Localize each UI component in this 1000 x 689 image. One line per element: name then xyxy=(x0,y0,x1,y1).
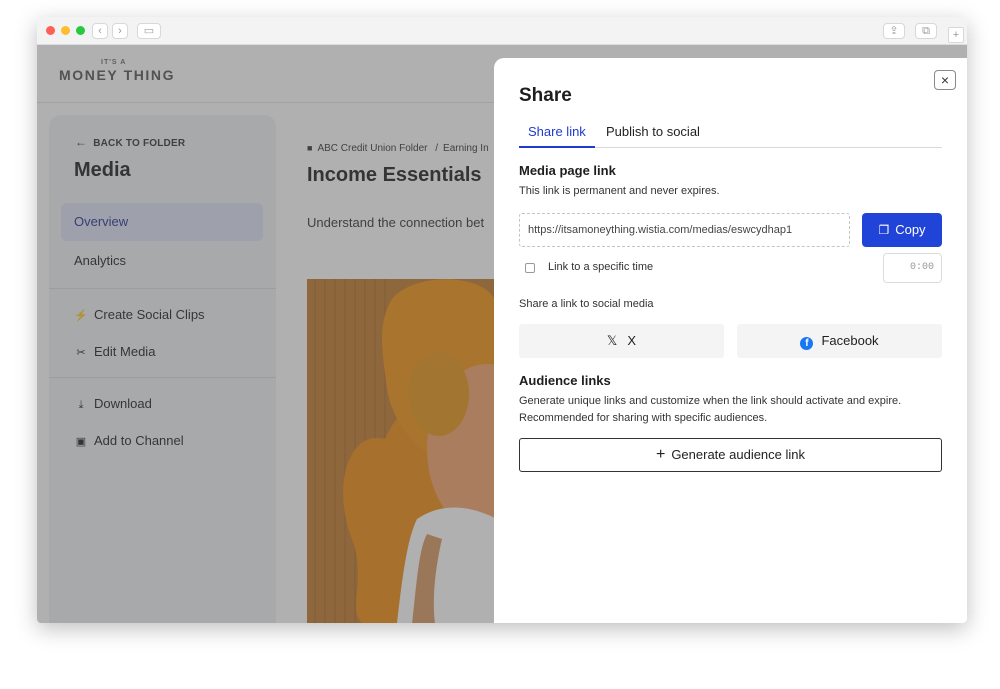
copy-icon: ❐ xyxy=(878,223,890,237)
audience-links-desc-1: Generate unique links and customize when… xyxy=(519,395,902,407)
share-dialog: × Share Share link Publish to social Med… xyxy=(494,58,967,623)
share-x-button[interactable]: 𝕏X xyxy=(519,324,724,358)
dialog-tabs: Share link Publish to social xyxy=(519,116,942,148)
generate-audience-link-button[interactable]: + Generate audience link xyxy=(519,438,942,472)
tab-publish-to-social[interactable]: Publish to social xyxy=(606,124,700,148)
social-share-title: Share a link to social media xyxy=(519,298,654,310)
minimize-window-button[interactable] xyxy=(61,26,70,35)
dialog-title: Share xyxy=(519,85,572,106)
media-link-title: Media page link xyxy=(519,163,616,178)
media-link-field[interactable]: https://itsamoneything.wistia.com/medias… xyxy=(519,213,850,247)
x-logo-icon: 𝕏 xyxy=(606,333,618,348)
media-link-subtitle: This link is permanent and never expires… xyxy=(519,185,720,197)
share-x-label: X xyxy=(627,333,637,348)
share-icon[interactable]: ⇪ xyxy=(883,23,905,39)
close-icon[interactable]: × xyxy=(934,70,956,90)
copy-button[interactable]: ❐ Copy xyxy=(862,213,942,247)
back-arrow-icon[interactable]: ‹ xyxy=(92,23,108,39)
new-tab-icon[interactable]: + xyxy=(948,27,964,43)
tab-share-link[interactable]: Share link xyxy=(519,124,595,148)
share-facebook-label: Facebook xyxy=(821,333,879,348)
facebook-icon: f xyxy=(800,337,814,350)
close-window-button[interactable] xyxy=(46,26,55,35)
sidebar-toggle-icon[interactable]: ▭ xyxy=(137,23,161,39)
browser-window: ‹ › ▭ ⇪ ⧉ + IT'S A MONEY THING ← BACK TO … xyxy=(37,17,967,623)
forward-arrow-icon[interactable]: › xyxy=(112,23,128,39)
tabs-overview-icon[interactable]: ⧉ xyxy=(915,23,937,39)
app-viewport: IT'S A MONEY THING ← BACK TO FOLDER Media… xyxy=(37,45,967,623)
specific-time-checkbox[interactable] xyxy=(525,263,535,273)
specific-time-label[interactable]: Link to a specific time xyxy=(548,261,653,273)
share-facebook-button[interactable]: f Facebook xyxy=(737,324,942,358)
specific-time-field[interactable]: 0:00 xyxy=(883,253,942,283)
audience-links-title: Audience links xyxy=(519,373,611,388)
generate-audience-link-label: Generate audience link xyxy=(671,447,806,462)
copy-button-label: Copy xyxy=(895,222,926,237)
zoom-window-button[interactable] xyxy=(76,26,85,35)
plus-icon: + xyxy=(655,446,666,463)
browser-titlebar: ‹ › ▭ ⇪ ⧉ + xyxy=(37,17,967,45)
audience-links-desc-2: Recommended for sharing with specific au… xyxy=(519,412,768,424)
